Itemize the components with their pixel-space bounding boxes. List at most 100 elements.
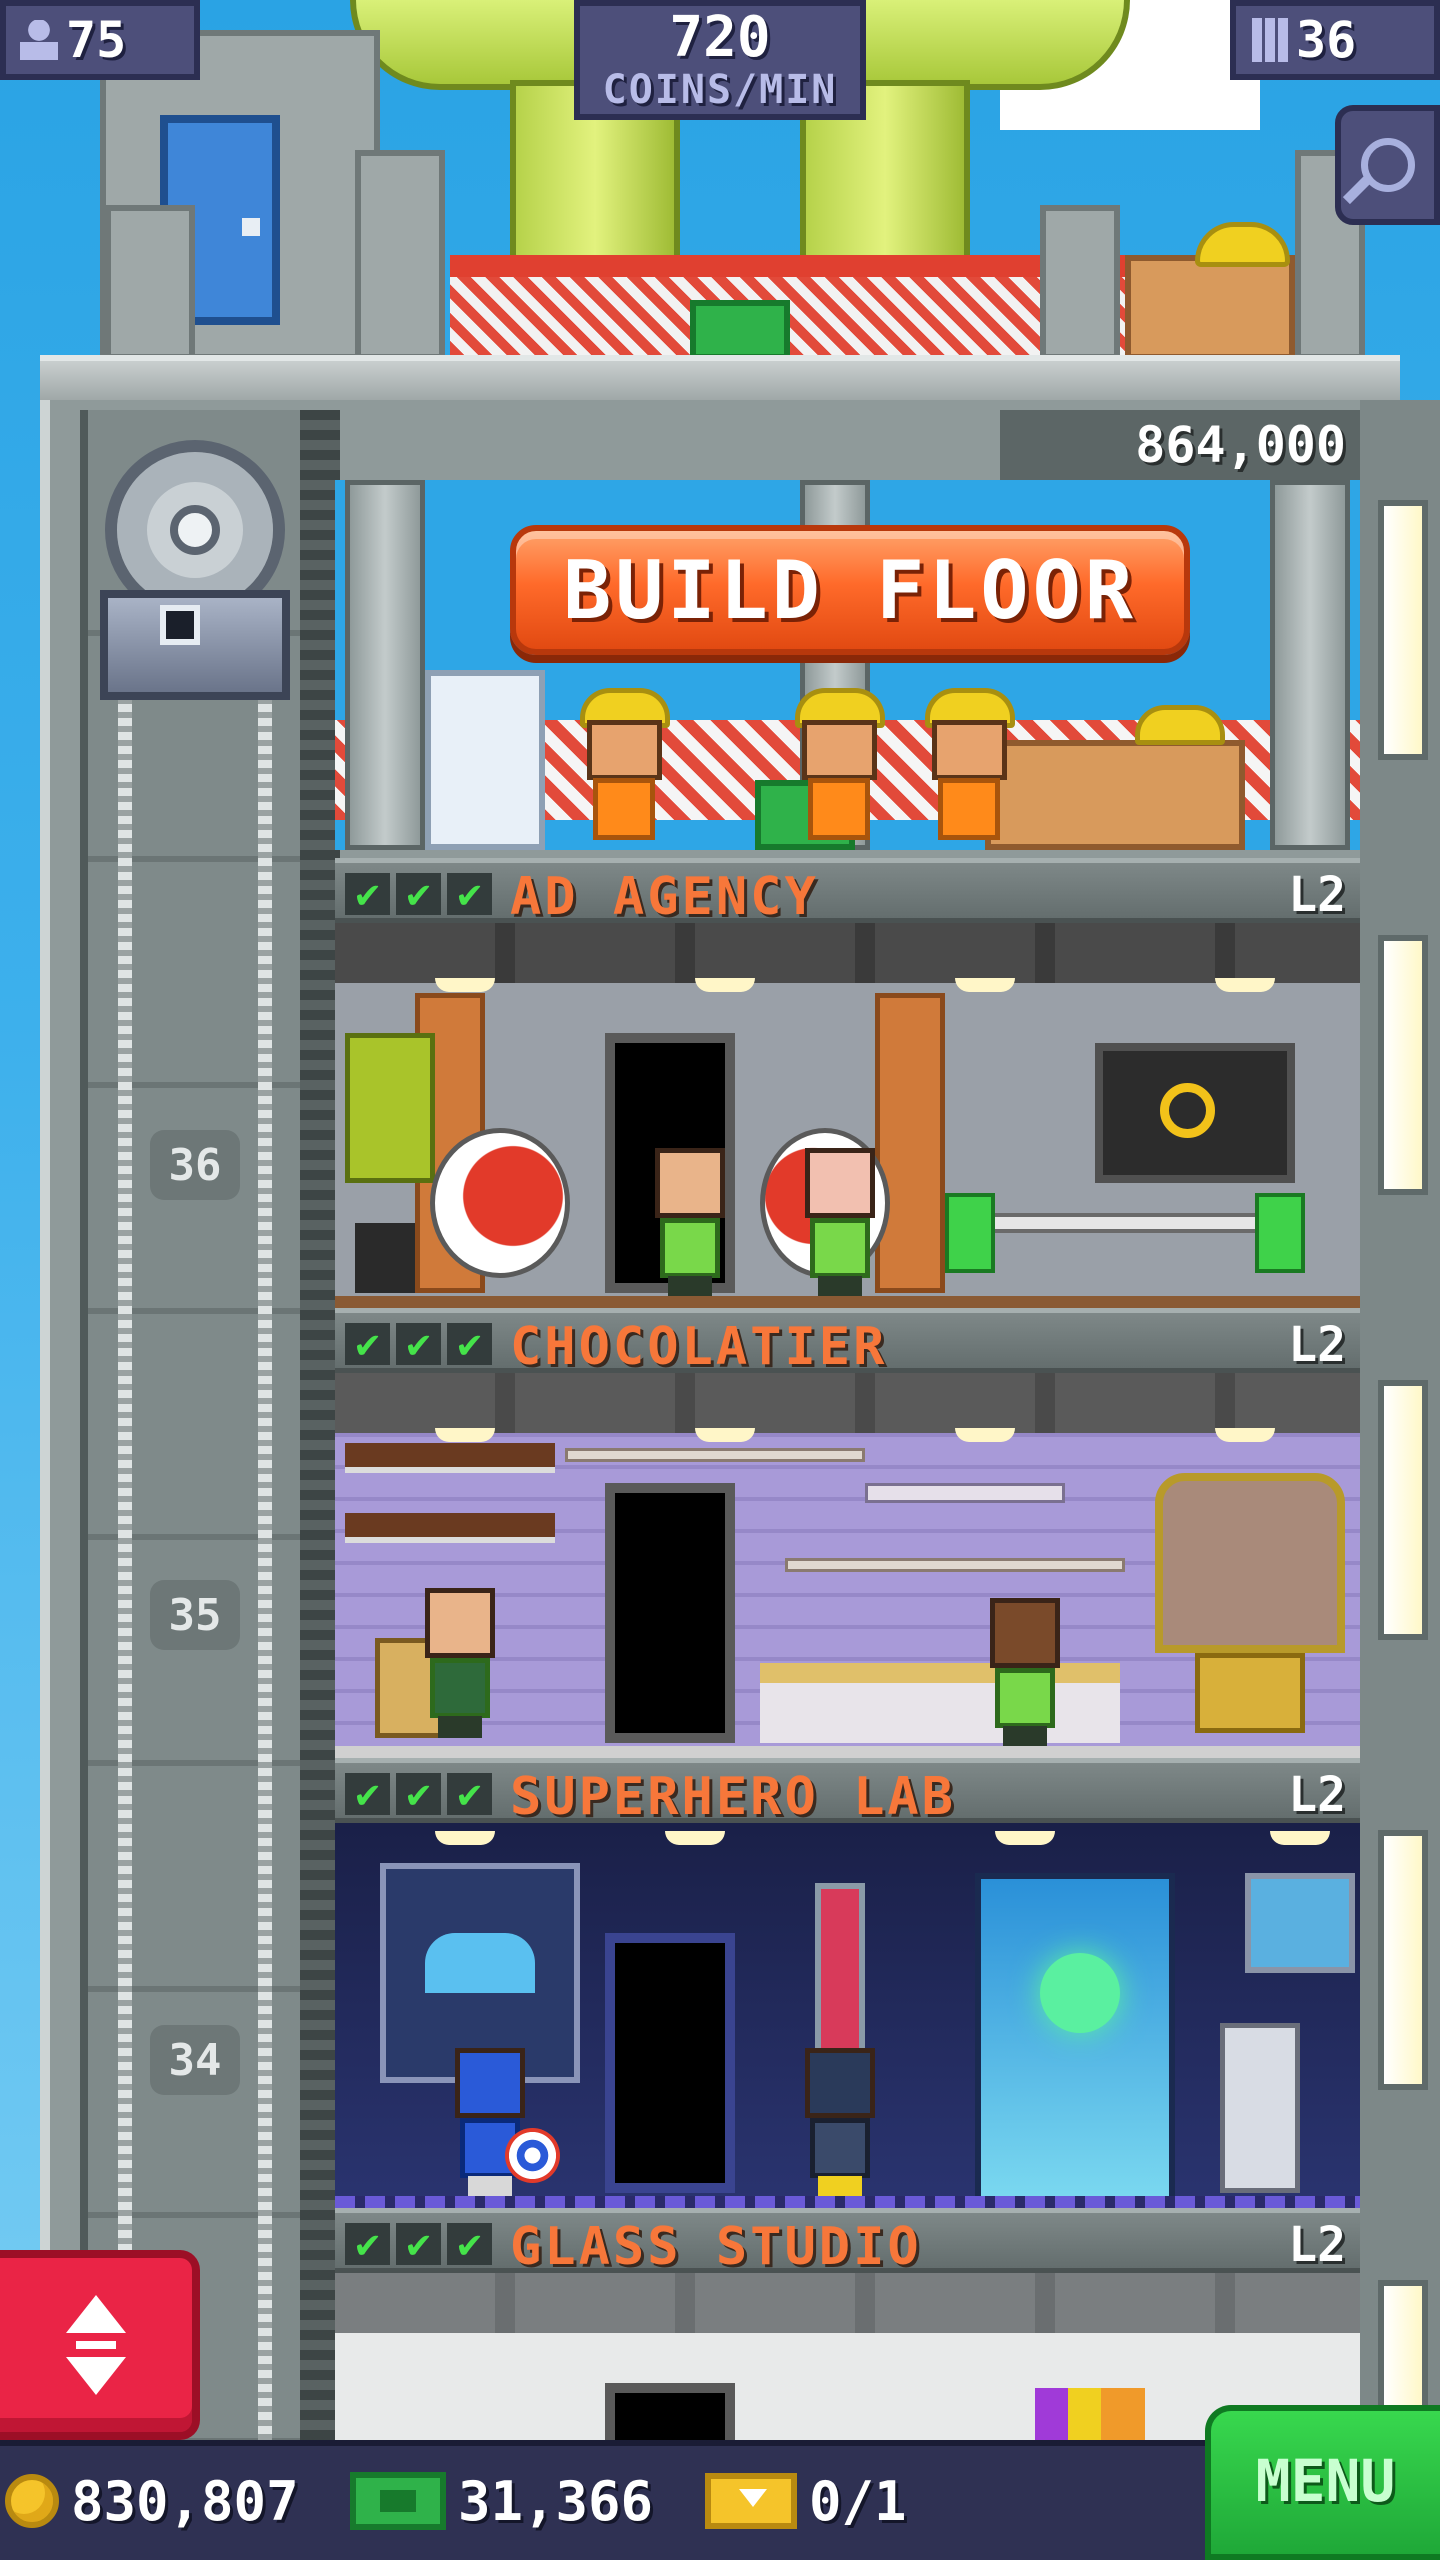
floor-room-superhero-lab[interactable] <box>335 1823 1360 2208</box>
ceiling-lamp <box>955 1428 1015 1442</box>
egg-chair <box>430 1128 570 1278</box>
floor-room-glass-studio[interactable] <box>335 2273 1360 2443</box>
tower-bux-icon <box>350 2472 446 2530</box>
check-icon: ✔ <box>447 2223 492 2265</box>
chocolate-shelf <box>345 1443 555 1473</box>
bux-value: 31,366 <box>458 2469 654 2533</box>
coins-per-min-display: 720 COINS/MIN <box>574 0 866 120</box>
check-icon: ✔ <box>396 873 441 915</box>
population-value: 75 <box>66 11 127 69</box>
ticket-icon <box>705 2473 797 2529</box>
elevator-door <box>605 1933 735 2193</box>
ceiling-lamp <box>435 1831 495 1845</box>
worker-body <box>593 778 655 840</box>
star-checks: ✔ ✔ ✔ <box>345 1773 492 1815</box>
population-counter[interactable]: 75 <box>0 0 200 80</box>
floor-header-glass-studio[interactable]: ✔ ✔ ✔ GLASS STUDIO L2 <box>335 2208 1360 2277</box>
floor-number: 35 <box>150 1580 240 1650</box>
ceiling-lamp <box>695 1428 755 1442</box>
floor-header-ad-agency[interactable]: ✔ ✔ ✔ AD AGENCY L2 <box>335 858 1360 927</box>
check-icon: ✔ <box>396 1773 441 1815</box>
batman-visitor[interactable] <box>800 2048 880 2198</box>
check-icon: ✔ <box>345 1323 390 1365</box>
check-icon: ✔ <box>447 1773 492 1815</box>
elevator-cable <box>258 690 272 2470</box>
tickets-display[interactable]: 0/1 <box>705 2465 907 2537</box>
worker-head <box>587 720 662 780</box>
coin-icon <box>5 2474 59 2528</box>
check-icon: ✔ <box>396 2223 441 2265</box>
floors-counter[interactable]: 36 <box>1230 0 1440 80</box>
visitor[interactable] <box>420 1588 500 1738</box>
dna-tube <box>815 1883 865 2073</box>
ceiling-lamp <box>955 978 1015 992</box>
check-icon: ✔ <box>345 873 390 915</box>
floor-name: GLASS STUDIO <box>510 2217 922 2277</box>
star-checks: ✔ ✔ ✔ <box>345 2223 492 2265</box>
visitor[interactable] <box>650 1148 730 1298</box>
roof-chimney <box>355 150 445 360</box>
ceiling-lamp <box>1270 1831 1330 1845</box>
chocolate-shelf <box>865 1483 1065 1503</box>
ceiling-lamp <box>435 978 495 992</box>
visitor[interactable] <box>985 1598 1065 1748</box>
roof-crate <box>1125 255 1295 360</box>
check-icon: ✔ <box>345 1773 390 1815</box>
tower-window <box>1378 935 1428 1195</box>
floor-room-chocolatier[interactable] <box>335 1373 1360 1758</box>
coins-display[interactable]: 830,807 <box>5 2465 299 2537</box>
worker-body <box>938 778 1000 840</box>
globe-icon <box>1040 1953 1120 2033</box>
visitor[interactable] <box>800 1148 880 1298</box>
up-down-arrows-icon <box>66 2295 126 2395</box>
roof-ledge <box>40 355 1400 405</box>
floor-level: L2 <box>1288 867 1346 923</box>
tower-window <box>1378 1830 1428 2090</box>
floor-name: SUPERHERO LAB <box>510 1767 956 1827</box>
build-floor-button[interactable]: BUILD FLOOR <box>510 525 1190 655</box>
menu-button[interactable]: MENU <box>1205 2405 1440 2560</box>
floor-name: CHOCOLATIER <box>510 1317 888 1377</box>
roof-chimney <box>1040 205 1120 360</box>
coins-value: 830,807 <box>71 2469 299 2533</box>
star-checks: ✔ ✔ ✔ <box>345 873 492 915</box>
ceiling-lamp <box>695 978 755 992</box>
floor-room-ad-agency[interactable] <box>335 923 1360 1308</box>
floor-name: AD AGENCY <box>510 867 819 927</box>
roof-railing <box>450 255 1130 355</box>
chocolate-tank <box>1155 1473 1345 1653</box>
teleporter <box>975 1873 1175 2203</box>
bat-silhouette-icon <box>425 1933 535 1993</box>
material-bag <box>425 670 545 850</box>
tower-window <box>1378 500 1428 760</box>
floors-value: 36 <box>1296 11 1357 69</box>
chocolate-shelf <box>345 1513 555 1543</box>
ceiling-lamp <box>995 1831 1055 1845</box>
desk <box>965 1213 1295 1233</box>
ceiling-lamp <box>1215 978 1275 992</box>
worker-body <box>808 778 870 840</box>
floor-header-superhero-lab[interactable]: ✔ ✔ ✔ SUPERHERO LAB L2 <box>335 1758 1360 1827</box>
potted-plant <box>345 1033 435 1183</box>
chocolate-counter <box>760 1663 1120 1743</box>
bux-display[interactable]: 31,366 <box>350 2465 653 2537</box>
floor-header-chocolatier[interactable]: ✔ ✔ ✔ CHOCOLATIER L2 <box>335 1308 1360 1377</box>
magnifier-icon <box>1360 138 1415 192</box>
tickets-value: 0/1 <box>809 2469 907 2533</box>
coins-per-min-label: COINS/MIN <box>602 67 838 113</box>
floor-level: L2 <box>1288 1317 1346 1373</box>
tank-funnel <box>1195 1653 1305 1733</box>
elevator-button[interactable] <box>0 2250 200 2440</box>
floor-level: L2 <box>1288 2217 1346 2273</box>
elevator-operator <box>160 605 200 645</box>
map-screen <box>1245 1873 1355 1973</box>
coins-per-min-value: 720 <box>669 5 771 70</box>
person-icon <box>20 20 58 60</box>
glass-bottles <box>1035 2388 1145 2443</box>
plant-pot <box>355 1223 415 1293</box>
construction-pillar <box>1270 480 1350 850</box>
elevator-door <box>605 1483 735 1743</box>
zoom-button[interactable] <box>1335 105 1440 225</box>
pipe <box>565 1448 865 1462</box>
elevator-cable <box>118 690 132 2470</box>
